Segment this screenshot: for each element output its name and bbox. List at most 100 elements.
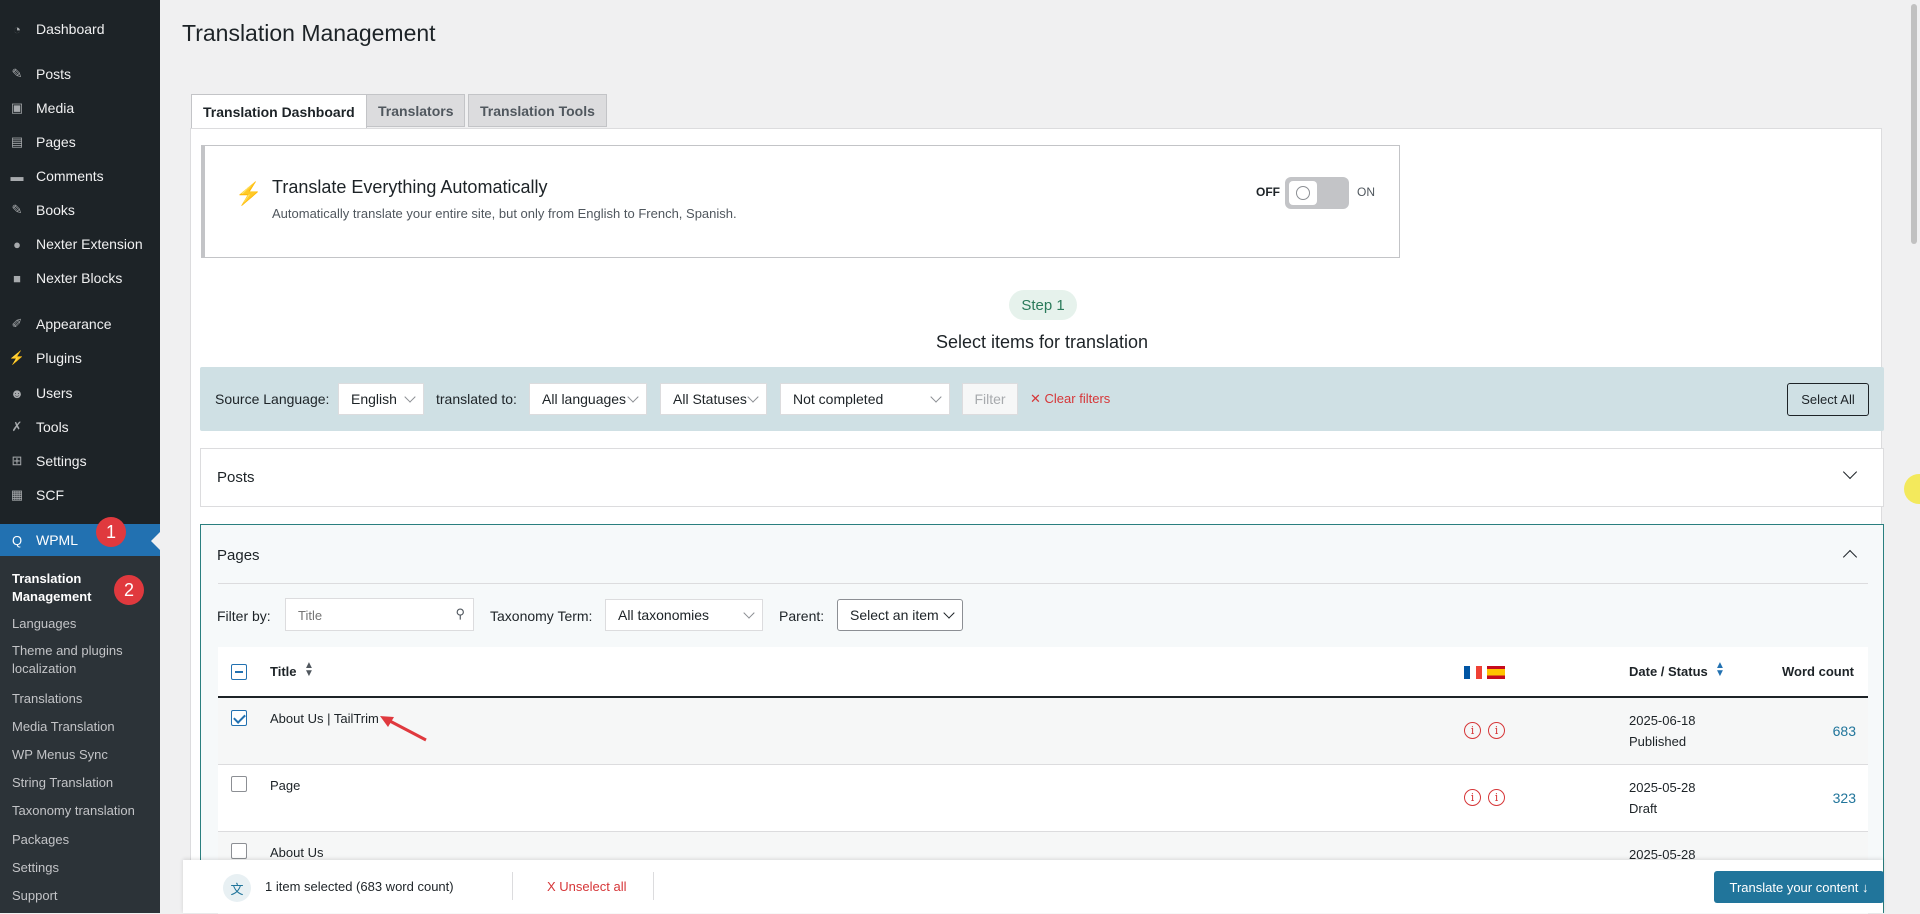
parent-select[interactable]: Select an item	[837, 599, 963, 631]
nexter-icon: ●	[9, 236, 25, 252]
row-word-count[interactable]: 683	[1833, 723, 1856, 739]
sidebar-item-label: Dashboard	[36, 21, 105, 37]
submenu-item-settings[interactable]: Settings	[12, 859, 152, 877]
target-language-select[interactable]: All languages	[529, 383, 647, 415]
submenu-item-theme-plugins-localization[interactable]: Theme and plugins localization	[12, 642, 152, 678]
sidebar-item-books[interactable]: ✎ Books	[0, 195, 160, 225]
nexter-blocks-icon: ■	[9, 270, 25, 286]
translate-your-content-button[interactable]: Translate your content ↓	[1714, 871, 1884, 903]
submenu-item-support[interactable]: Support	[12, 887, 152, 905]
submenu-item-translations[interactable]: Translations	[12, 690, 152, 708]
indeterminate-mark	[235, 671, 243, 673]
sidebar-item-plugins[interactable]: ⚡ Plugins	[0, 343, 160, 373]
submenu-item-string-translation[interactable]: String Translation	[12, 774, 152, 792]
tab-translators[interactable]: Translators	[366, 94, 465, 127]
submenu-item-languages[interactable]: Languages	[12, 615, 152, 633]
sidebar-item-wpml[interactable]: Q WPML	[0, 524, 160, 556]
title-search-input[interactable]: ⚲	[285, 598, 474, 631]
wpml-submenu: Translation Management Languages Theme a…	[0, 556, 160, 913]
completion-select[interactable]: Not completed	[780, 383, 950, 415]
tab-translation-tools[interactable]: Translation Tools	[468, 94, 607, 127]
annotation-badge-1: 1	[96, 517, 126, 547]
sidebar-item-pages[interactable]: ▤ Pages	[0, 127, 160, 157]
table-row[interactable]: About Us | TailTrim i i 2025-06-18 Publi…	[218, 698, 1868, 765]
chevron-up-icon[interactable]	[1843, 550, 1857, 564]
translate-everything-card: ⚡ Translate Everything Automatically Aut…	[201, 145, 1400, 258]
select-all-button[interactable]: Select All	[1787, 383, 1869, 416]
divider	[653, 872, 654, 900]
select-all-checkbox[interactable]	[231, 664, 247, 680]
auto-translate-description: Automatically translate your entire site…	[272, 206, 737, 221]
taxonomy-term-label: Taxonomy Term:	[490, 608, 592, 624]
submenu-item-taxonomy-translation[interactable]: Taxonomy translation	[12, 802, 152, 820]
sidebar-item-label: Posts	[36, 66, 71, 82]
current-menu-arrow	[151, 532, 160, 550]
settings-icon: ⊞	[9, 453, 25, 469]
toggle-circle-icon	[1296, 186, 1310, 200]
sidebar-item-label: Media	[36, 100, 74, 116]
sidebar-item-label: Plugins	[36, 350, 82, 366]
table-row[interactable]: Page i i 2025-05-28 Draft 323	[218, 765, 1868, 832]
sidebar-item-nexter-extension[interactable]: ● Nexter Extension	[0, 229, 160, 259]
pin-icon: ✎	[9, 202, 25, 218]
sidebar-item-appearance[interactable]: ✐ Appearance	[0, 309, 160, 339]
taxonomy-select[interactable]: All taxonomies	[605, 599, 763, 631]
submenu-item-packages[interactable]: Packages	[12, 831, 152, 849]
submenu-item-wp-menus-sync[interactable]: WP Menus Sync	[12, 746, 152, 764]
row-title[interactable]: About Us	[270, 845, 323, 860]
wpml-icon: Q	[9, 532, 25, 548]
info-icon[interactable]: i	[1488, 789, 1505, 806]
sidebar-item-dashboard[interactable]: ◔ Dashboard	[0, 14, 160, 44]
sidebar-item-label: Pages	[36, 134, 76, 150]
row-title[interactable]: About Us | TailTrim	[270, 711, 379, 726]
sidebar-item-scf[interactable]: ▦ SCF	[0, 480, 160, 510]
sidebar-item-nexter-blocks[interactable]: ■ Nexter Blocks	[0, 263, 160, 293]
row-title[interactable]: Page	[270, 778, 300, 793]
row-checkbox[interactable]	[231, 710, 247, 726]
info-icon[interactable]: i	[1488, 722, 1505, 739]
row-word-count[interactable]: 323	[1833, 790, 1856, 806]
tab-translation-dashboard[interactable]: Translation Dashboard	[191, 94, 367, 129]
source-language-select[interactable]: English	[338, 383, 424, 415]
toggle-off-label: OFF	[1256, 185, 1280, 199]
clear-filters-label: Clear filters	[1045, 391, 1111, 406]
clear-filters-link[interactable]: ✕ Clear filters	[1030, 391, 1110, 407]
divider	[218, 583, 1868, 584]
toggle-on-label: ON	[1357, 185, 1375, 199]
submenu-item-media-translation[interactable]: Media Translation	[12, 718, 152, 736]
word-count-column-header: Word count	[1782, 664, 1854, 679]
sidebar-item-posts[interactable]: ✎ Posts	[0, 59, 160, 89]
date-status-column-header[interactable]: Date / Status	[1629, 664, 1708, 679]
posts-section[interactable]: Posts	[200, 448, 1884, 507]
title-column-header[interactable]: Title	[270, 664, 297, 679]
sidebar-item-media[interactable]: ▣ Media	[0, 93, 160, 123]
status-select[interactable]: All Statuses	[660, 383, 767, 415]
checkmark-icon	[233, 711, 246, 724]
info-icon[interactable]: i	[1464, 789, 1481, 806]
translated-to-label: translated to:	[436, 391, 517, 407]
row-checkbox[interactable]	[231, 776, 247, 792]
chevron-down-icon	[627, 391, 638, 402]
lightning-icon: ⚡	[235, 181, 262, 207]
parent-value: Select an item	[850, 607, 939, 623]
sidebar-item-tools[interactable]: ✗ Tools	[0, 412, 160, 442]
sidebar-item-comments[interactable]: ▬ Comments	[0, 161, 160, 191]
cursor-highlight	[1904, 474, 1920, 504]
sort-icon[interactable]: ▲▼	[304, 662, 314, 678]
row-checkbox[interactable]	[231, 843, 247, 859]
unselect-all-link[interactable]: X Unselect all	[547, 879, 626, 894]
scrollbar-thumb[interactable]	[1911, 4, 1917, 244]
info-icon[interactable]: i	[1464, 722, 1481, 739]
auto-translate-toggle[interactable]	[1285, 177, 1349, 209]
chevron-down-icon[interactable]	[1843, 465, 1857, 479]
annotation-arrow	[378, 714, 430, 744]
sort-icon[interactable]: ▲▼	[1715, 662, 1725, 678]
sidebar-item-users[interactable]: ☻ Users	[0, 378, 160, 408]
step-badge: Step 1	[1009, 290, 1077, 320]
french-flag-icon	[1464, 666, 1482, 679]
wrench-icon: ✗	[9, 419, 25, 435]
title-search-field[interactable]	[286, 599, 450, 632]
comment-icon: ▬	[9, 168, 25, 184]
sidebar-item-settings[interactable]: ⊞ Settings	[0, 446, 160, 476]
filter-button[interactable]: Filter	[962, 383, 1018, 415]
